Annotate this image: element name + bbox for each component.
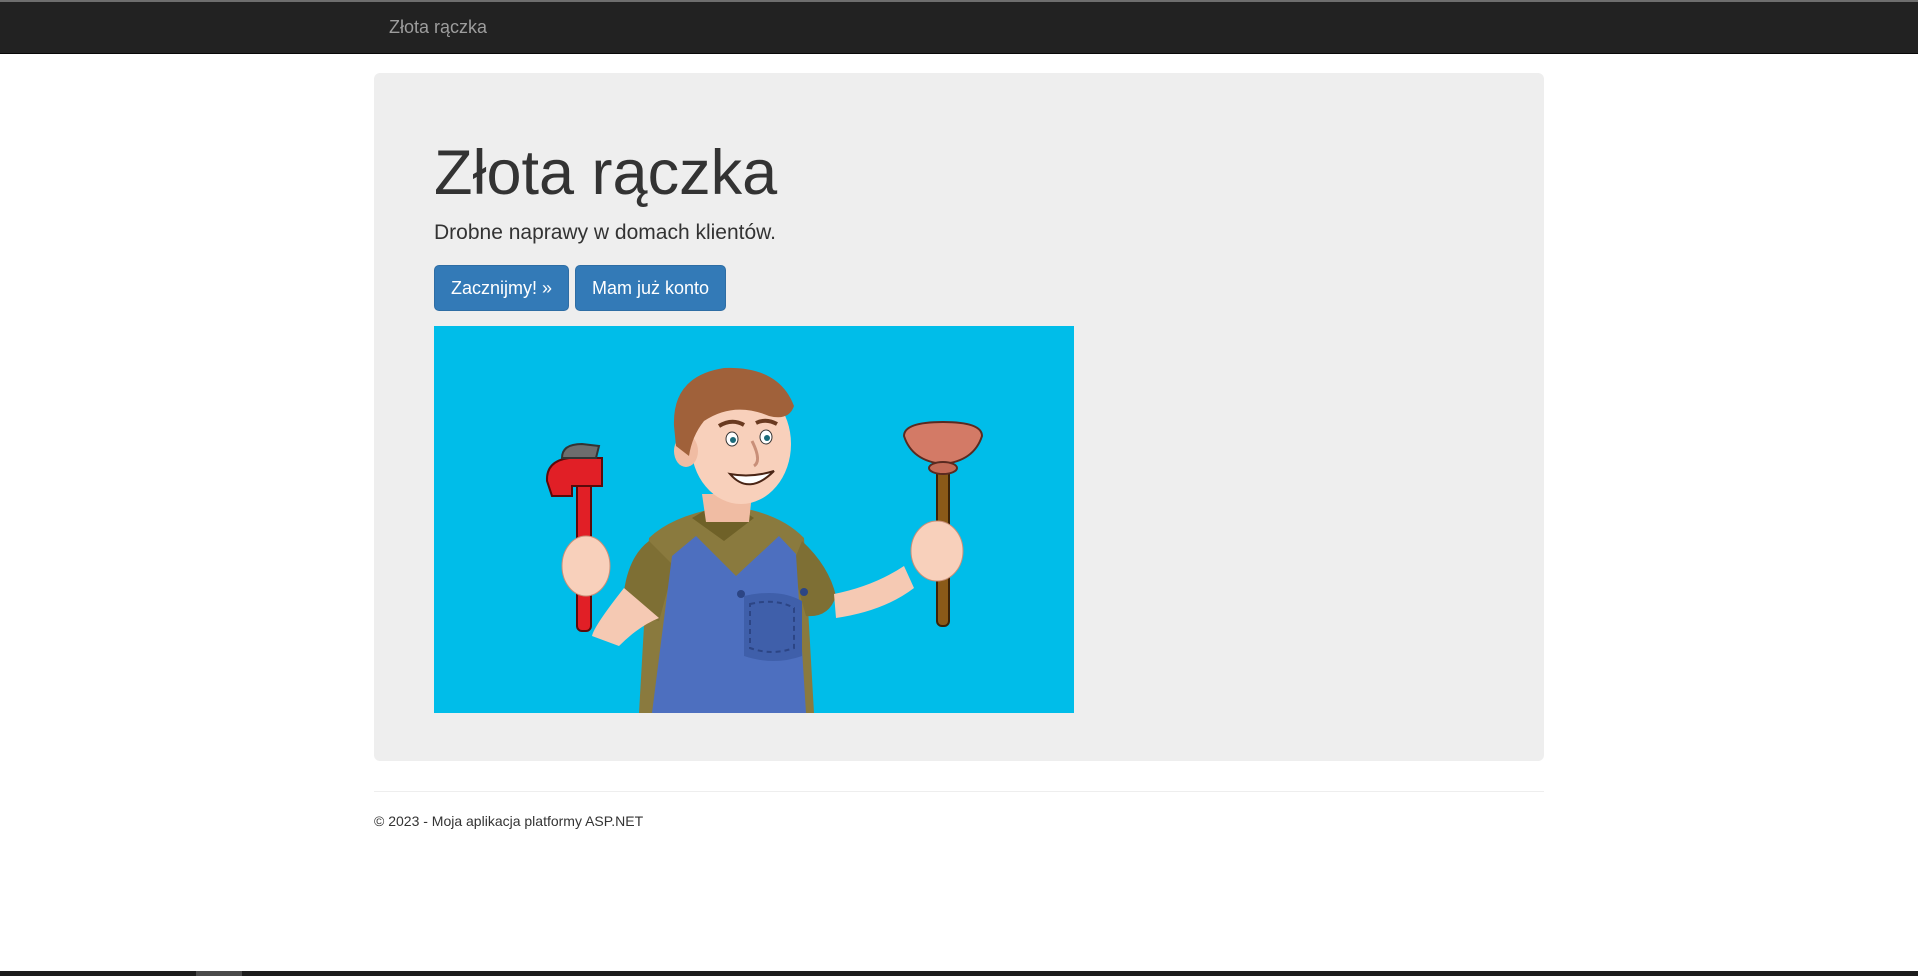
taskbar-tab [196,971,242,976]
login-button[interactable]: Mam już konto [575,265,726,311]
lead-text: Drobne naprawy w domach klientów. [434,221,777,244]
left-hand-shape [561,535,611,597]
handyman-illustration [434,326,1074,713]
taskbar-edge [0,971,1918,976]
page-title: Złota rączka [434,138,778,208]
wrench-head-shape [560,442,601,459]
overalls-button-right [800,588,808,596]
footer-divider [374,791,1544,792]
navbar-brand-link[interactable]: Złota rączka [389,2,487,53]
start-button[interactable]: Zacznijmy! » [434,265,569,311]
overalls-button-left [737,590,745,598]
plunger-rim [928,461,958,475]
right-hand-shape [910,520,964,582]
navbar: Złota rączka [0,2,1918,54]
left-pupil [730,437,736,443]
right-pupil [764,435,770,441]
footer-copyright: © 2023 - Moja aplikacja platformy ASP.NE… [374,813,644,829]
jumbotron: Złota rączka Drobne naprawy w domach kli… [374,73,1544,761]
